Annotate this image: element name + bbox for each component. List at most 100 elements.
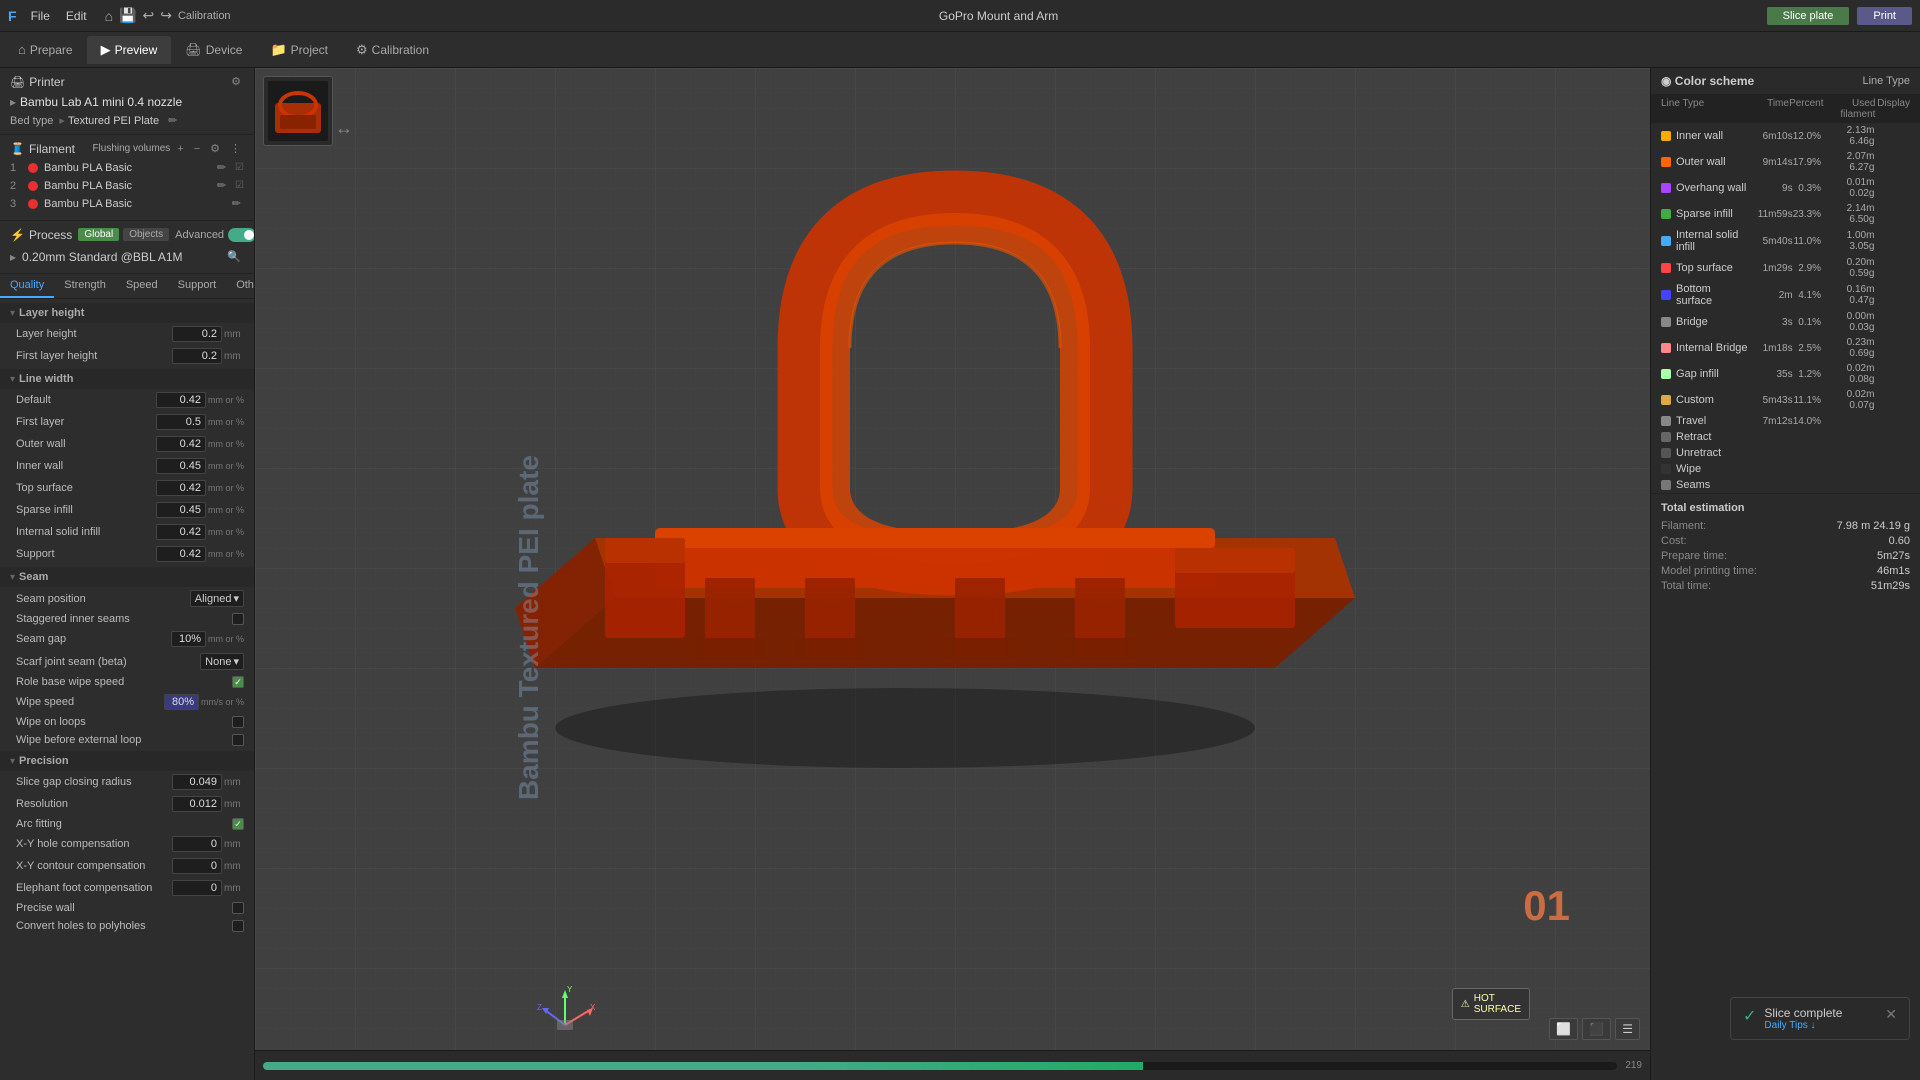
line-type-swatch-7: [1661, 317, 1671, 327]
scarf-joint-dropdown[interactable]: None ▾: [200, 653, 244, 670]
view-more-button[interactable]: ☰: [1615, 1018, 1640, 1040]
support-row: Support mm or %: [0, 543, 254, 565]
line-type-row: Inner wall 6m10s 12.0% 2.13m 6.46g: [1651, 123, 1920, 149]
right-actions: Slice plate Print: [1767, 7, 1912, 25]
bed-edit-button[interactable]: ✏: [165, 113, 180, 128]
tab-calibration[interactable]: ⚙ Calibration: [342, 36, 443, 64]
default-input[interactable]: [156, 392, 206, 408]
resolution-input[interactable]: [172, 796, 222, 812]
xy-hole-input[interactable]: [172, 836, 222, 852]
line-type-row: Outer wall 9m14s 17.9% 2.07m 6.27g: [1651, 149, 1920, 175]
first-layer-height-value: mm: [172, 348, 244, 364]
precise-wall-checkbox[interactable]: [232, 902, 244, 914]
toast-close-button[interactable]: ✕: [1885, 1006, 1897, 1023]
line-type-swatch-11: [1661, 416, 1671, 426]
line-type-name-5: Top surface: [1676, 262, 1750, 274]
support-input[interactable]: [156, 546, 206, 562]
filament-icon: 🧵: [10, 142, 25, 156]
inner-wall-input[interactable]: [156, 458, 206, 474]
wipe-speed-input[interactable]: [164, 694, 199, 710]
layer-height-group: ▾ Layer height Layer height mm First lay…: [0, 303, 254, 367]
home-icon[interactable]: ⌂: [105, 8, 113, 24]
tab-project[interactable]: 📁 Project: [256, 36, 342, 64]
advanced-toggle[interactable]: [228, 228, 255, 242]
subtab-strength[interactable]: Strength: [54, 274, 116, 298]
slice-plate-button[interactable]: Slice plate: [1767, 7, 1850, 25]
est-filament-row: Filament: 7.98 m 24.19 g: [1661, 520, 1910, 532]
line-type-time-3: 11m59s: [1750, 209, 1793, 220]
precision-header[interactable]: ▾ Precision: [0, 751, 254, 771]
subtab-speed[interactable]: Speed: [116, 274, 168, 298]
subtab-quality[interactable]: Quality: [0, 274, 54, 298]
arc-fitting-checkbox[interactable]: [232, 818, 244, 830]
top-surface-input[interactable]: [156, 480, 206, 496]
line-type-name-2: Overhang wall: [1676, 182, 1750, 194]
printer-settings-button[interactable]: ⚙: [228, 74, 244, 89]
view-iso-button[interactable]: ⬛: [1582, 1018, 1611, 1040]
first-layer-height-input[interactable]: [172, 348, 222, 364]
view-cube-button[interactable]: ⬜: [1549, 1018, 1578, 1040]
filament-section-title: 🧵 Filament: [10, 142, 75, 156]
subtab-others[interactable]: Others: [226, 274, 255, 298]
thumbnail-1[interactable]: [268, 81, 328, 141]
menu-bar: File Edit: [25, 7, 93, 25]
seam-group: ▾ Seam Seam position Aligned ▾ Staggered…: [0, 567, 254, 749]
xy-contour-input[interactable]: [172, 858, 222, 874]
filament-add-button[interactable]: +: [174, 142, 186, 156]
first-layer-lw-input[interactable]: [156, 414, 206, 430]
seam-header[interactable]: ▾ Seam: [0, 567, 254, 587]
seam-position-value: Aligned ▾: [190, 590, 244, 607]
redo-icon[interactable]: ↪: [160, 7, 172, 24]
menu-edit[interactable]: Edit: [60, 7, 93, 25]
outer-wall-input[interactable]: [156, 436, 206, 452]
layer-height-input[interactable]: [172, 326, 222, 342]
profile-row: ▸ 0.20mm Standard @BBL A1M 🔍: [10, 246, 244, 267]
printer-icon: 🖨: [10, 75, 25, 89]
layer-height-header[interactable]: ▾ Layer height: [0, 303, 254, 323]
filament-color-1: [28, 163, 38, 173]
filament-remove-button[interactable]: −: [191, 142, 203, 156]
tab-preview[interactable]: ▶ Preview: [87, 36, 172, 64]
undo-icon[interactable]: ↩: [143, 7, 155, 24]
layer-height-row: Layer height mm: [0, 323, 254, 345]
drag-mode-icon[interactable]: ↔: [335, 118, 353, 139]
wipe-before-ext-checkbox[interactable]: [232, 734, 244, 746]
filament-3-edit[interactable]: ✏: [229, 196, 244, 211]
line-type-used-7: 0.00m 0.03g: [1821, 311, 1874, 333]
filament-settings-button[interactable]: ⚙: [207, 141, 223, 156]
process-right: Advanced ⚙ ⋮: [175, 227, 255, 242]
line-type-row: Retract: [1651, 429, 1920, 445]
filament-2-edit[interactable]: ✏: [214, 178, 229, 193]
tab-prepare[interactable]: ⌂ Prepare: [4, 36, 87, 63]
staggered-checkbox[interactable]: [232, 613, 244, 625]
toast-subtitle-link[interactable]: Daily Tips ↓: [1764, 1020, 1877, 1031]
line-type-rows: Inner wall 6m10s 12.0% 2.13m 6.46g Outer…: [1651, 123, 1920, 493]
first-layer-height-row: First layer height mm: [0, 345, 254, 367]
internal-solid-infill-input[interactable]: [156, 524, 206, 540]
sparse-infill-input[interactable]: [156, 502, 206, 518]
objects-tag[interactable]: Objects: [123, 228, 169, 241]
topbar: F File Edit ⌂ 💾 ↩ ↪ Calibration GoPro Mo…: [0, 0, 1920, 32]
flushing-volumes-button[interactable]: Flushing volumes: [92, 143, 170, 154]
role-base-checkbox[interactable]: [232, 676, 244, 688]
tab-device[interactable]: 🖨 Device: [171, 36, 256, 64]
global-tag[interactable]: Global: [78, 228, 119, 241]
elephant-foot-input[interactable]: [172, 880, 222, 896]
wipe-on-loops-checkbox[interactable]: [232, 716, 244, 728]
estimation-section: Total estimation Filament: 7.98 m 24.19 …: [1651, 493, 1920, 603]
menu-file[interactable]: File: [25, 7, 56, 25]
seam-position-dropdown[interactable]: Aligned ▾: [190, 590, 244, 607]
slice-gap-input[interactable]: [172, 774, 222, 790]
print-button[interactable]: Print: [1857, 7, 1912, 25]
filament-1-edit[interactable]: ✏: [214, 160, 229, 175]
viewport[interactable]: ↔: [255, 68, 1650, 1080]
save-icon[interactable]: 💾: [119, 7, 136, 24]
convert-holes-checkbox[interactable]: [232, 920, 244, 932]
subtab-support[interactable]: Support: [168, 274, 227, 298]
filament-more-button[interactable]: ⋮: [227, 141, 244, 156]
line-type-time-9: 35s: [1750, 369, 1793, 380]
profile-search-button[interactable]: 🔍: [224, 249, 244, 264]
line-type-swatch-8: [1661, 343, 1671, 353]
seam-gap-input[interactable]: [171, 631, 206, 647]
line-width-header[interactable]: ▾ Line width: [0, 369, 254, 389]
